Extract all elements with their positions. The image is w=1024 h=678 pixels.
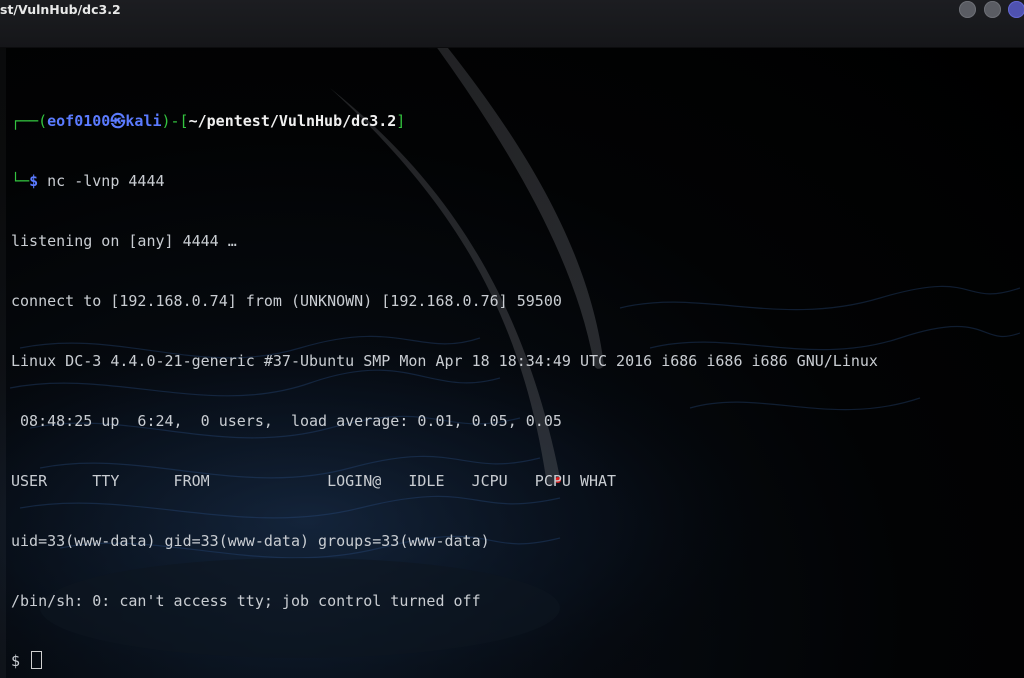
- prompt-corner: ┌──: [11, 112, 39, 130]
- output-line: uid=33(www-data) gid=33(www-data) groups…: [11, 532, 490, 550]
- prompt-bracket: ]: [396, 112, 406, 130]
- output-line: /bin/sh: 0: can't access tty; job contro…: [11, 592, 481, 610]
- shell-prompt-line[interactable]: $: [11, 651, 878, 671]
- prompt-paren: ): [161, 112, 171, 130]
- command-text: nc -lvnp 4444: [47, 172, 165, 190]
- prompt-line-2: └─$ nc -lvnp 4444: [11, 171, 878, 191]
- prompt-bracket: [: [179, 112, 189, 130]
- terminal-area[interactable]: ┌──(eof0100㉿kali)-[~/pentest/VulnHub/dc3…: [0, 48, 1024, 678]
- prompt-dash: -: [170, 112, 180, 130]
- prompt-user: eof0100: [47, 112, 111, 130]
- output-line: connect to [192.168.0.74] from (UNKNOWN)…: [11, 292, 562, 310]
- terminal-window: st/VulnHub/dc3.2 ┌──(eof0100㉿kali)-[~/pe…: [0, 0, 1024, 678]
- window-title: st/VulnHub/dc3.2: [0, 2, 121, 17]
- shell-prompt: $: [11, 652, 30, 670]
- title-bar[interactable]: st/VulnHub/dc3.2: [0, 0, 1024, 48]
- prompt-at-icon: ㉿: [110, 112, 126, 130]
- prompt-host: kali: [125, 112, 162, 130]
- scrollbar[interactable]: [0, 48, 6, 678]
- close-button[interactable]: [1008, 1, 1024, 18]
- terminal-output: ┌──(eof0100㉿kali)-[~/pentest/VulnHub/dc3…: [11, 71, 878, 678]
- output-line: Linux DC-3 4.4.0-21-generic #37-Ubuntu S…: [11, 352, 878, 370]
- cursor-icon[interactable]: [31, 651, 43, 669]
- prompt-path: ~/pentest/VulnHub/dc3.2: [188, 112, 397, 130]
- prompt-corner: └─: [11, 172, 30, 190]
- output-line: listening on [any] 4444 …: [11, 232, 237, 250]
- prompt-symbol: $: [29, 172, 39, 190]
- output-line: USER TTY FROM LOGIN@ IDLE JCPU PCPU WHAT: [11, 472, 617, 490]
- output-line: 08:48:25 up 6:24, 0 users, load average:…: [11, 412, 562, 430]
- maximize-button[interactable]: [984, 1, 1001, 18]
- prompt-line-1: ┌──(eof0100㉿kali)-[~/pentest/VulnHub/dc3…: [11, 111, 878, 131]
- prompt-paren: (: [38, 112, 48, 130]
- minimize-button[interactable]: [959, 1, 976, 18]
